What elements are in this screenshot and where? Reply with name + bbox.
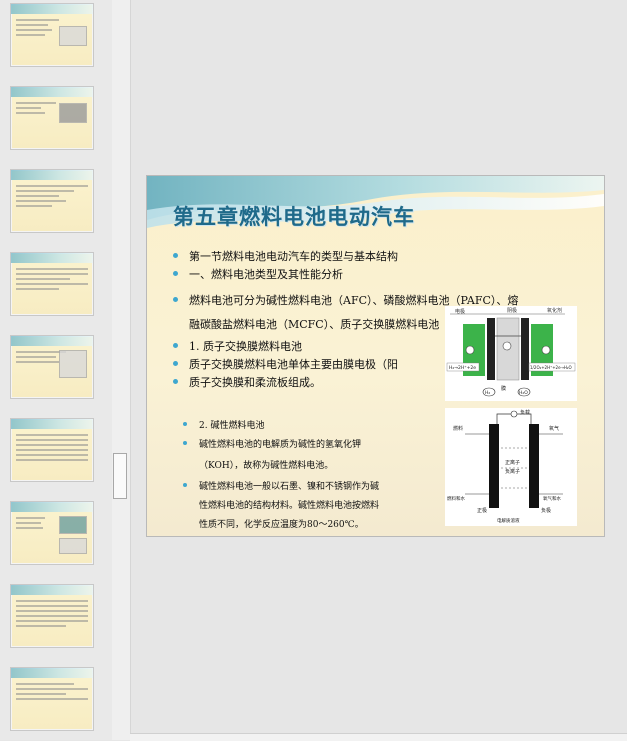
pemfc-membrane-label: 膜 (501, 385, 506, 392)
bullet-continuation[interactable]: 性燃料电池的结构材料。碱性燃料电池按燃料 (187, 498, 379, 511)
afc-cathode-label: 负极 (541, 507, 551, 514)
afc-negative-ion-label: 负离子 (505, 468, 520, 475)
slide-thumbnail[interactable] (10, 3, 94, 67)
pemfc-cathode-equation: 1/2O₂+2H⁺+2e→H₂O (530, 365, 572, 370)
afc-electrolyte-label: 电解质溶液 (497, 517, 520, 524)
afc-diagram[interactable]: 负载 燃料 氧气 正离子 负离子 燃料和水 氧气和水 正极 负极 电解质溶液 (445, 408, 577, 526)
bullet-item[interactable]: 1. 质子交换膜燃料电池 (173, 338, 302, 354)
bullet-item[interactable]: 2. 碱性燃料电池 (183, 418, 264, 431)
bullet-continuation[interactable]: 性质不同，化学反应温度为80～260℃。 (187, 517, 364, 530)
afc-anode-label: 正极 (477, 507, 487, 514)
slide-thumbnail[interactable] (10, 335, 94, 399)
slide-thumbnail-pane (0, 0, 113, 740)
pemfc-label-top-right: 氧化剂 (547, 307, 562, 314)
pane-splitter[interactable] (112, 0, 131, 740)
afc-fuel-water-label: 燃料和水 (447, 495, 465, 502)
bullet-item[interactable]: 质子交换膜燃料电池单体主要由膜电极（阳 (173, 356, 398, 372)
bullet-item[interactable]: 碱性燃料电池的电解质为碱性的氢氧化钾 (183, 437, 361, 450)
slide-thumbnail[interactable] (10, 501, 94, 565)
pemfc-anode-equation: H₂→2H⁺+2e (449, 365, 476, 371)
slide-canvas: 第五章燃料电池电动汽车 第一节燃料电池电动汽车的类型与基本结构 一、燃料电池类型… (146, 175, 605, 537)
pemfc-water-label: H₂O (519, 390, 528, 396)
bullet-item[interactable]: 碱性燃料电池一般以石墨、镍和不锈钢作为碱 (183, 479, 379, 492)
slide-thumbnail[interactable] (10, 667, 94, 731)
slide-thumbnail[interactable] (10, 169, 94, 233)
bullet-continuation[interactable]: （KOH），故称为碱性燃料电池。 (187, 458, 333, 471)
thumbnail-scrollbar-thumb[interactable] (113, 453, 127, 499)
slide-title[interactable]: 第五章燃料电池电动汽车 (173, 201, 415, 231)
afc-oxygen-water-label: 氧气和水 (543, 495, 561, 502)
slide-thumbnail[interactable] (10, 418, 94, 482)
bullet-item[interactable]: 质子交换膜和柔流板组成。 (173, 374, 321, 390)
afc-oxygen-label: 氧气 (549, 425, 559, 432)
bullet-item[interactable]: 一、燃料电池类型及其性能分析 (173, 266, 343, 282)
pemfc-label-top-left: 电极 (455, 308, 465, 315)
pemfc-label-top-mid: 阴极 (507, 307, 517, 314)
bullet-item[interactable]: 第一节燃料电池电动汽车的类型与基本结构 (173, 248, 398, 264)
slide-thumbnail[interactable] (10, 86, 94, 150)
pemfc-hydrogen-label: H₂ (485, 390, 490, 396)
afc-load-label: 负载 (520, 409, 530, 416)
pemfc-diagram[interactable]: 电极 阴极 氧化剂 H₂→2H⁺+2e 1/2O₂+2H⁺+2e→H₂O 膜 H… (445, 306, 577, 401)
slide-thumbnail[interactable] (10, 252, 94, 316)
afc-fuel-label: 燃料 (453, 425, 463, 432)
afc-positive-ion-label: 正离子 (505, 459, 520, 466)
slide-thumbnail[interactable] (10, 584, 94, 648)
